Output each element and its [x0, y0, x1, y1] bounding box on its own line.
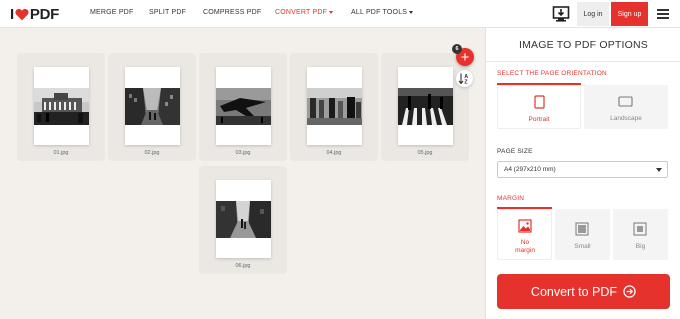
plus-icon: +	[460, 48, 470, 66]
nav-split-pdf[interactable]: SPLIT PDF	[149, 9, 186, 16]
page-thumbnail	[307, 67, 362, 145]
nav-convert-pdf[interactable]: CONVERT PDF	[275, 9, 334, 16]
orientation-landscape-option[interactable]: Landscape	[584, 85, 668, 129]
portrait-page-icon	[534, 95, 545, 109]
nav-compress-pdf[interactable]: COMPRESS PDF	[203, 9, 261, 16]
sort-button[interactable]: A Z	[456, 70, 473, 87]
portrait-label: Portrait	[528, 116, 550, 123]
photo-thumbnail-crosswalk	[398, 88, 453, 125]
ilovepdf-logo[interactable]: I PDF	[10, 6, 59, 23]
photo-thumbnail-crowd	[307, 88, 362, 125]
photo-thumbnail-street	[125, 88, 180, 125]
file-count-badge: 6	[452, 44, 462, 54]
photo-thumbnail-airplane	[216, 88, 271, 125]
page-thumbnail	[125, 67, 180, 145]
options-sidebar: IMAGE TO PDF OPTIONS SELECT THE PAGE ORI…	[485, 28, 680, 319]
file-card[interactable]: 04.jpg	[290, 53, 378, 161]
logo-i-letter: I	[10, 6, 14, 23]
orientation-portrait-option[interactable]: Portrait	[497, 85, 581, 129]
logo-text: PDF	[29, 6, 59, 23]
convert-to-pdf-button[interactable]: Convert to PDF	[497, 274, 670, 309]
small-margin-label: Small	[574, 243, 591, 250]
orientation-label: SELECT THE PAGE ORIENTATION	[497, 70, 607, 77]
sidebar-title: IMAGE TO PDF OPTIONS	[518, 39, 649, 51]
photo-thumbnail-building	[34, 88, 89, 125]
login-button[interactable]: Log in	[577, 2, 609, 26]
file-name: 03.jpg	[235, 150, 251, 156]
margin-label: MARGIN	[497, 195, 525, 202]
file-name: 02.jpg	[144, 150, 160, 156]
convert-label: Convert to PDF	[530, 284, 618, 299]
file-name: 01.jpg	[53, 150, 69, 156]
margin-big-option[interactable]: Big	[613, 209, 668, 260]
chevron-down-icon	[409, 10, 414, 14]
file-card[interactable]: 01.jpg	[17, 53, 105, 161]
nav-convert-pdf-label: CONVERT PDF	[275, 9, 328, 16]
arrow-circle-right-icon	[623, 285, 636, 298]
download-app-icon[interactable]	[552, 5, 570, 23]
file-card[interactable]: 02.jpg	[108, 53, 196, 161]
small-margin-icon	[575, 222, 589, 236]
page-size-label: PAGE SIZE	[497, 148, 533, 155]
file-name: 05.jpg	[417, 150, 433, 156]
page-thumbnail	[216, 67, 271, 145]
heart-icon	[15, 8, 29, 21]
nav-all-pdf-tools[interactable]: ALL PDF TOOLS	[351, 9, 414, 16]
chevron-down-icon	[329, 10, 334, 14]
file-card[interactable]: 06.jpg	[199, 166, 287, 274]
top-navbar: I PDF MERGE PDF SPLIT PDF COMPRESS PDF C…	[0, 0, 680, 28]
chevron-down-icon	[656, 168, 662, 172]
svg-text:Z: Z	[464, 80, 468, 86]
no-margin-label: No margin	[515, 239, 535, 254]
photo-thumbnail-alley	[216, 201, 271, 238]
page-size-select[interactable]: A4 (297x210 mm)	[497, 161, 668, 178]
nav-merge-pdf[interactable]: MERGE PDF	[90, 9, 133, 16]
nav-all-pdf-tools-label: ALL PDF TOOLS	[351, 9, 408, 16]
sort-az-icon: A Z	[458, 73, 468, 86]
landscape-page-icon	[618, 96, 633, 107]
signup-button[interactable]: Sign up	[611, 2, 648, 26]
file-name: 04.jpg	[326, 150, 342, 156]
divider	[486, 61, 680, 62]
big-margin-label: Big	[635, 243, 646, 250]
landscape-label: Landscape	[610, 115, 642, 122]
margin-small-option[interactable]: Small	[555, 209, 610, 260]
page-size-value: A4 (297x210 mm)	[504, 166, 556, 173]
page-thumbnail	[34, 67, 89, 145]
big-margin-icon	[633, 222, 647, 236]
margin-none-option[interactable]: No margin	[497, 209, 552, 260]
page-thumbnail	[398, 67, 453, 145]
page-thumbnail	[216, 180, 271, 258]
hamburger-menu-icon[interactable]	[657, 9, 669, 19]
file-name: 06.jpg	[235, 263, 251, 269]
no-margin-icon	[518, 219, 532, 233]
file-card[interactable]: 03.jpg	[199, 53, 287, 161]
